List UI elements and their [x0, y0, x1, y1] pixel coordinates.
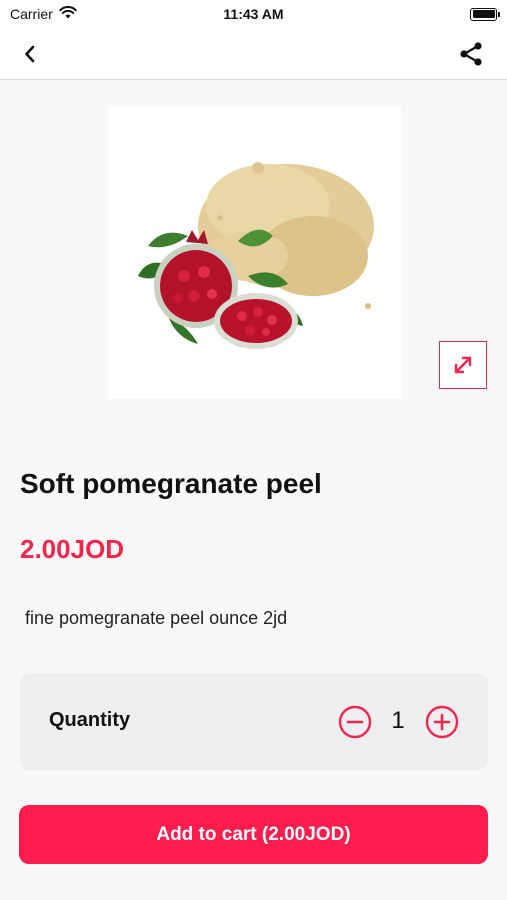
- add-to-cart-button[interactable]: Add to cart (2.00JOD): [19, 805, 488, 864]
- plus-circle-icon: [425, 705, 459, 739]
- product-title: Soft pomegranate peel: [20, 468, 322, 499]
- product-price: 2.00JOD: [20, 534, 125, 564]
- status-bar: Carrier 11:43 AM: [0, 0, 507, 28]
- status-left: Carrier: [10, 6, 77, 22]
- product-description: fine pomegranate peel ounce 2jd: [25, 608, 288, 628]
- expand-icon: [454, 356, 472, 374]
- quantity-value: 1: [391, 707, 405, 734]
- minus-circle-icon: [338, 705, 372, 739]
- product-image[interactable]: [108, 106, 401, 399]
- quantity-card: Quantity 1: [20, 673, 488, 770]
- wifi-icon: [58, 6, 77, 22]
- quantity-label: Quantity: [49, 709, 131, 731]
- carrier-label: Carrier: [10, 6, 53, 22]
- decrease-quantity-button[interactable]: [338, 705, 372, 739]
- expand-image-button[interactable]: [439, 341, 487, 389]
- battery-icon: [470, 7, 500, 21]
- back-button[interactable]: [16, 40, 44, 68]
- share-icon: [460, 42, 482, 66]
- share-button[interactable]: [455, 38, 487, 70]
- navigation-bar: [0, 28, 507, 80]
- pomegranate-powder-image: [138, 162, 374, 349]
- chevron-left-icon: [25, 45, 35, 63]
- increase-quantity-button[interactable]: [425, 705, 459, 739]
